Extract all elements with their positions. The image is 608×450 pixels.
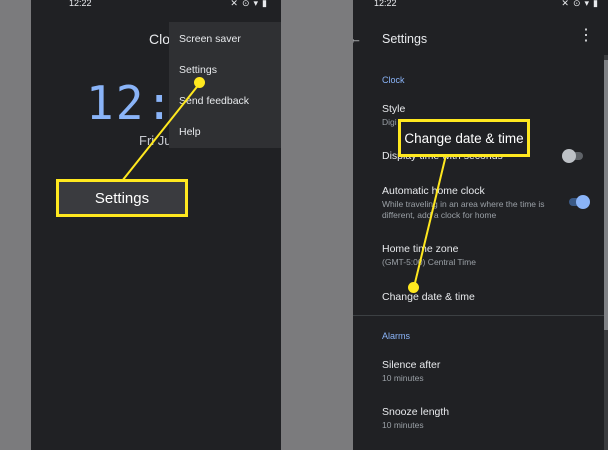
callout-dot-change-date-time xyxy=(408,282,419,293)
callout-line-settings xyxy=(121,82,201,182)
callout-settings: Settings xyxy=(56,179,188,217)
callout-dot-settings xyxy=(194,77,205,88)
callout-line-change-date-time xyxy=(413,154,447,288)
callout-change-date-time: Change date & time xyxy=(398,119,530,157)
callout-lines xyxy=(121,82,447,288)
